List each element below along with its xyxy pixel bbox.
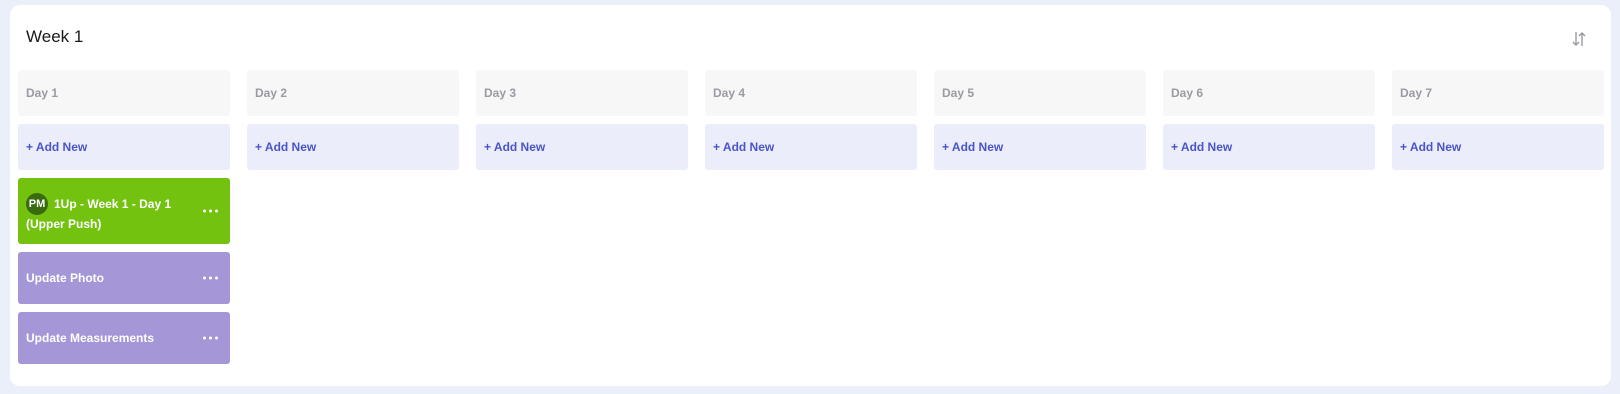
- more-horizontal-icon[interactable]: [201, 333, 220, 344]
- day-header: Day 2: [247, 70, 459, 116]
- task-card[interactable]: Update Measurements: [18, 312, 230, 364]
- day-column-4: Day 4 + Add New: [705, 70, 917, 364]
- week-title: Week 1: [26, 27, 84, 46]
- day-column-1: Day 1 + Add New PM 1Up - Week 1 - Day 1 (…: [18, 70, 230, 364]
- card-title: Update Photo: [26, 271, 104, 285]
- add-new-button[interactable]: + Add New: [476, 124, 688, 170]
- day-header: Day 6: [1163, 70, 1375, 116]
- day-header: Day 5: [934, 70, 1146, 116]
- sort-button[interactable]: [1566, 26, 1592, 52]
- day-column-7: Day 7 + Add New: [1392, 70, 1604, 364]
- day-column-2: Day 2 + Add New: [247, 70, 459, 364]
- more-horizontal-icon[interactable]: [201, 273, 220, 284]
- day-columns: Day 1 + Add New PM 1Up - Week 1 - Day 1 (…: [18, 70, 1604, 364]
- day-header: Day 3: [476, 70, 688, 116]
- week-panel: Week 1 Day 1 + Add New PM 1Up - Week 1 - …: [10, 5, 1611, 386]
- add-new-button[interactable]: + Add New: [1392, 124, 1604, 170]
- card-title: Update Measurements: [26, 331, 155, 345]
- day-header: Day 7: [1392, 70, 1604, 116]
- day-column-3: Day 3 + Add New: [476, 70, 688, 364]
- day-header: Day 4: [705, 70, 917, 116]
- day-column-6: Day 6 + Add New: [1163, 70, 1375, 364]
- task-card[interactable]: Update Photo: [18, 252, 230, 304]
- avatar: PM: [26, 193, 48, 215]
- day-column-5: Day 5 + Add New: [934, 70, 1146, 364]
- workout-card[interactable]: PM 1Up - Week 1 - Day 1 (Upper Push): [18, 178, 230, 244]
- add-new-button[interactable]: + Add New: [934, 124, 1146, 170]
- add-new-button[interactable]: + Add New: [1163, 124, 1375, 170]
- day-header: Day 1: [18, 70, 230, 116]
- add-new-button[interactable]: + Add New: [18, 124, 230, 170]
- add-new-button[interactable]: + Add New: [705, 124, 917, 170]
- sort-arrows-icon: [1572, 32, 1586, 46]
- add-new-button[interactable]: + Add New: [247, 124, 459, 170]
- more-horizontal-icon[interactable]: [201, 206, 220, 217]
